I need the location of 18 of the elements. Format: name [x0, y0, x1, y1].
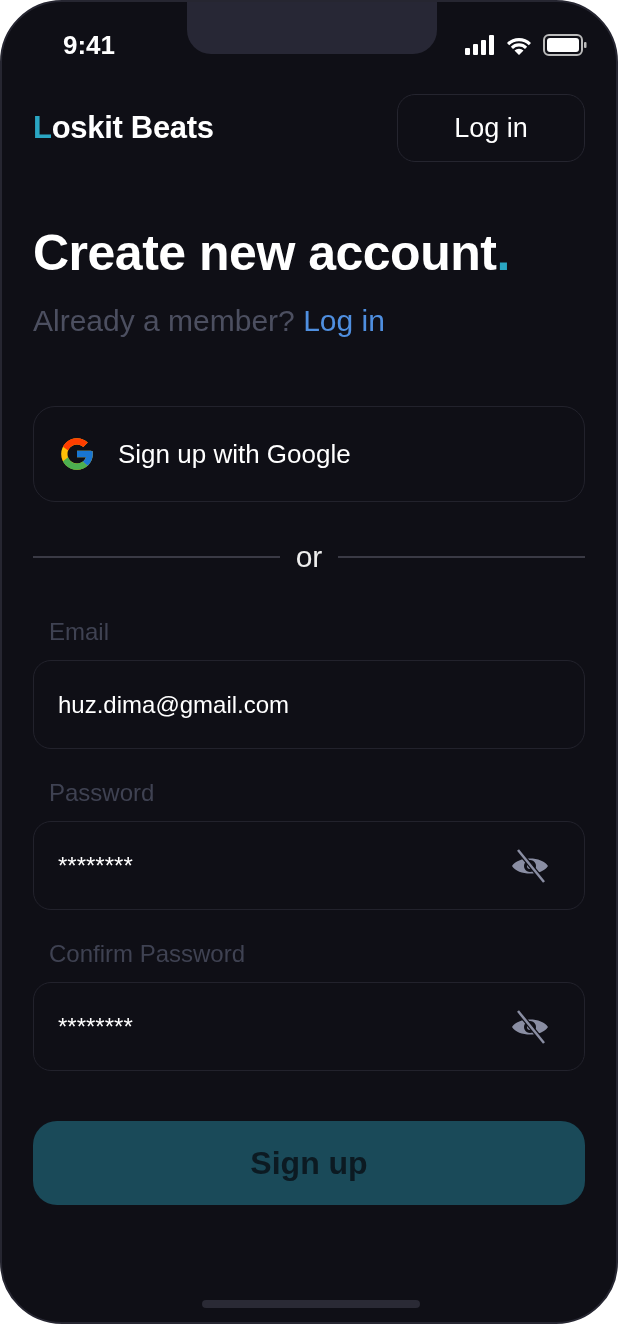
- battery-icon: [543, 34, 587, 56]
- signal-icon: [465, 35, 495, 55]
- login-link[interactable]: Log in: [303, 304, 385, 337]
- google-icon: [58, 435, 96, 473]
- input-field[interactable]: huz.dima@gmail.com: [33, 660, 585, 749]
- input-field[interactable]: ********: [33, 982, 585, 1071]
- field-label: Email: [49, 618, 110, 646]
- login-prompt: Already a member? Log in: [33, 304, 386, 338]
- brand-logo: Loskit Beats: [33, 110, 214, 146]
- login-button[interactable]: Log in: [397, 94, 585, 162]
- google-signup-button[interactable]: Sign up with Google: [33, 406, 585, 502]
- field-label: Password: [49, 779, 156, 807]
- field-label: Confirm Password: [49, 940, 247, 968]
- page-title: Create new account.: [33, 224, 511, 282]
- divider-text: or: [295, 540, 323, 574]
- status-time: 9:41: [63, 29, 116, 61]
- input-field[interactable]: ********: [33, 821, 585, 910]
- wifi-icon: [505, 35, 533, 55]
